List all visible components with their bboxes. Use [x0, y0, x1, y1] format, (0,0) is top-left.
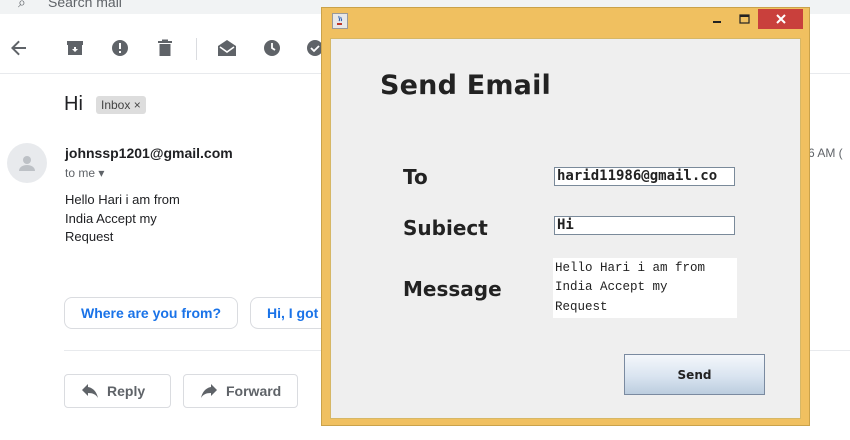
reply-button[interactable]: Reply: [64, 374, 171, 408]
email-body-line: India Accept my: [65, 210, 157, 226]
snooze-icon[interactable]: [261, 37, 283, 59]
window-content: Send Email To harid11986@gmail.co Subiec…: [330, 38, 801, 419]
send-email-window: Send Email To harid11986@gmail.co Subiec…: [321, 7, 810, 426]
forward-button[interactable]: Forward: [183, 374, 298, 408]
back-arrow-icon[interactable]: [8, 37, 30, 59]
sender-email: johnssp1201@gmail.com: [65, 145, 233, 161]
subject-label: Subiect: [403, 216, 488, 240]
email-body-line: Request: [65, 229, 114, 244]
avatar: [7, 143, 47, 183]
send-button[interactable]: Send: [624, 354, 765, 395]
form-heading: Send Email: [380, 70, 552, 101]
reply-icon: [82, 384, 98, 398]
archive-icon[interactable]: [64, 37, 86, 59]
message-label: Message: [403, 277, 502, 301]
smart-reply-button[interactable]: Where are you from?: [64, 297, 239, 329]
mark-unread-icon[interactable]: [216, 37, 238, 59]
email-subject: Hi: [64, 93, 83, 115]
to-label: To: [403, 165, 428, 189]
email-timestamp: 6 AM (: [808, 146, 843, 160]
report-spam-icon[interactable]: [109, 37, 131, 59]
recipient-details-toggle[interactable]: to me ▾: [65, 166, 104, 180]
delete-icon[interactable]: [154, 37, 176, 59]
close-icon[interactable]: [758, 9, 803, 29]
search-icon[interactable]: ⌕: [18, 0, 26, 11]
maximize-icon[interactable]: [733, 10, 755, 28]
subject-field[interactable]: Hi: [554, 216, 735, 235]
email-body: Hello Hari i am from India Accept my Req…: [65, 191, 180, 247]
inbox-label-chip[interactable]: Inbox ×: [96, 96, 146, 114]
window-titlebar[interactable]: [322, 8, 809, 33]
to-field[interactable]: harid11986@gmail.co: [554, 167, 735, 186]
minimize-icon[interactable]: [707, 10, 727, 28]
email-body-line: Hello Hari i am from: [65, 192, 180, 207]
person-icon: [19, 156, 35, 171]
java-app-icon: [332, 13, 348, 29]
search-input[interactable]: Search mail: [48, 0, 122, 10]
forward-icon: [201, 384, 217, 398]
message-textarea[interactable]: Hello Hari i am from India Accept my Req…: [553, 258, 737, 318]
reply-label: Reply: [107, 383, 146, 399]
toolbar-divider: [196, 38, 197, 60]
forward-label: Forward: [226, 383, 282, 399]
